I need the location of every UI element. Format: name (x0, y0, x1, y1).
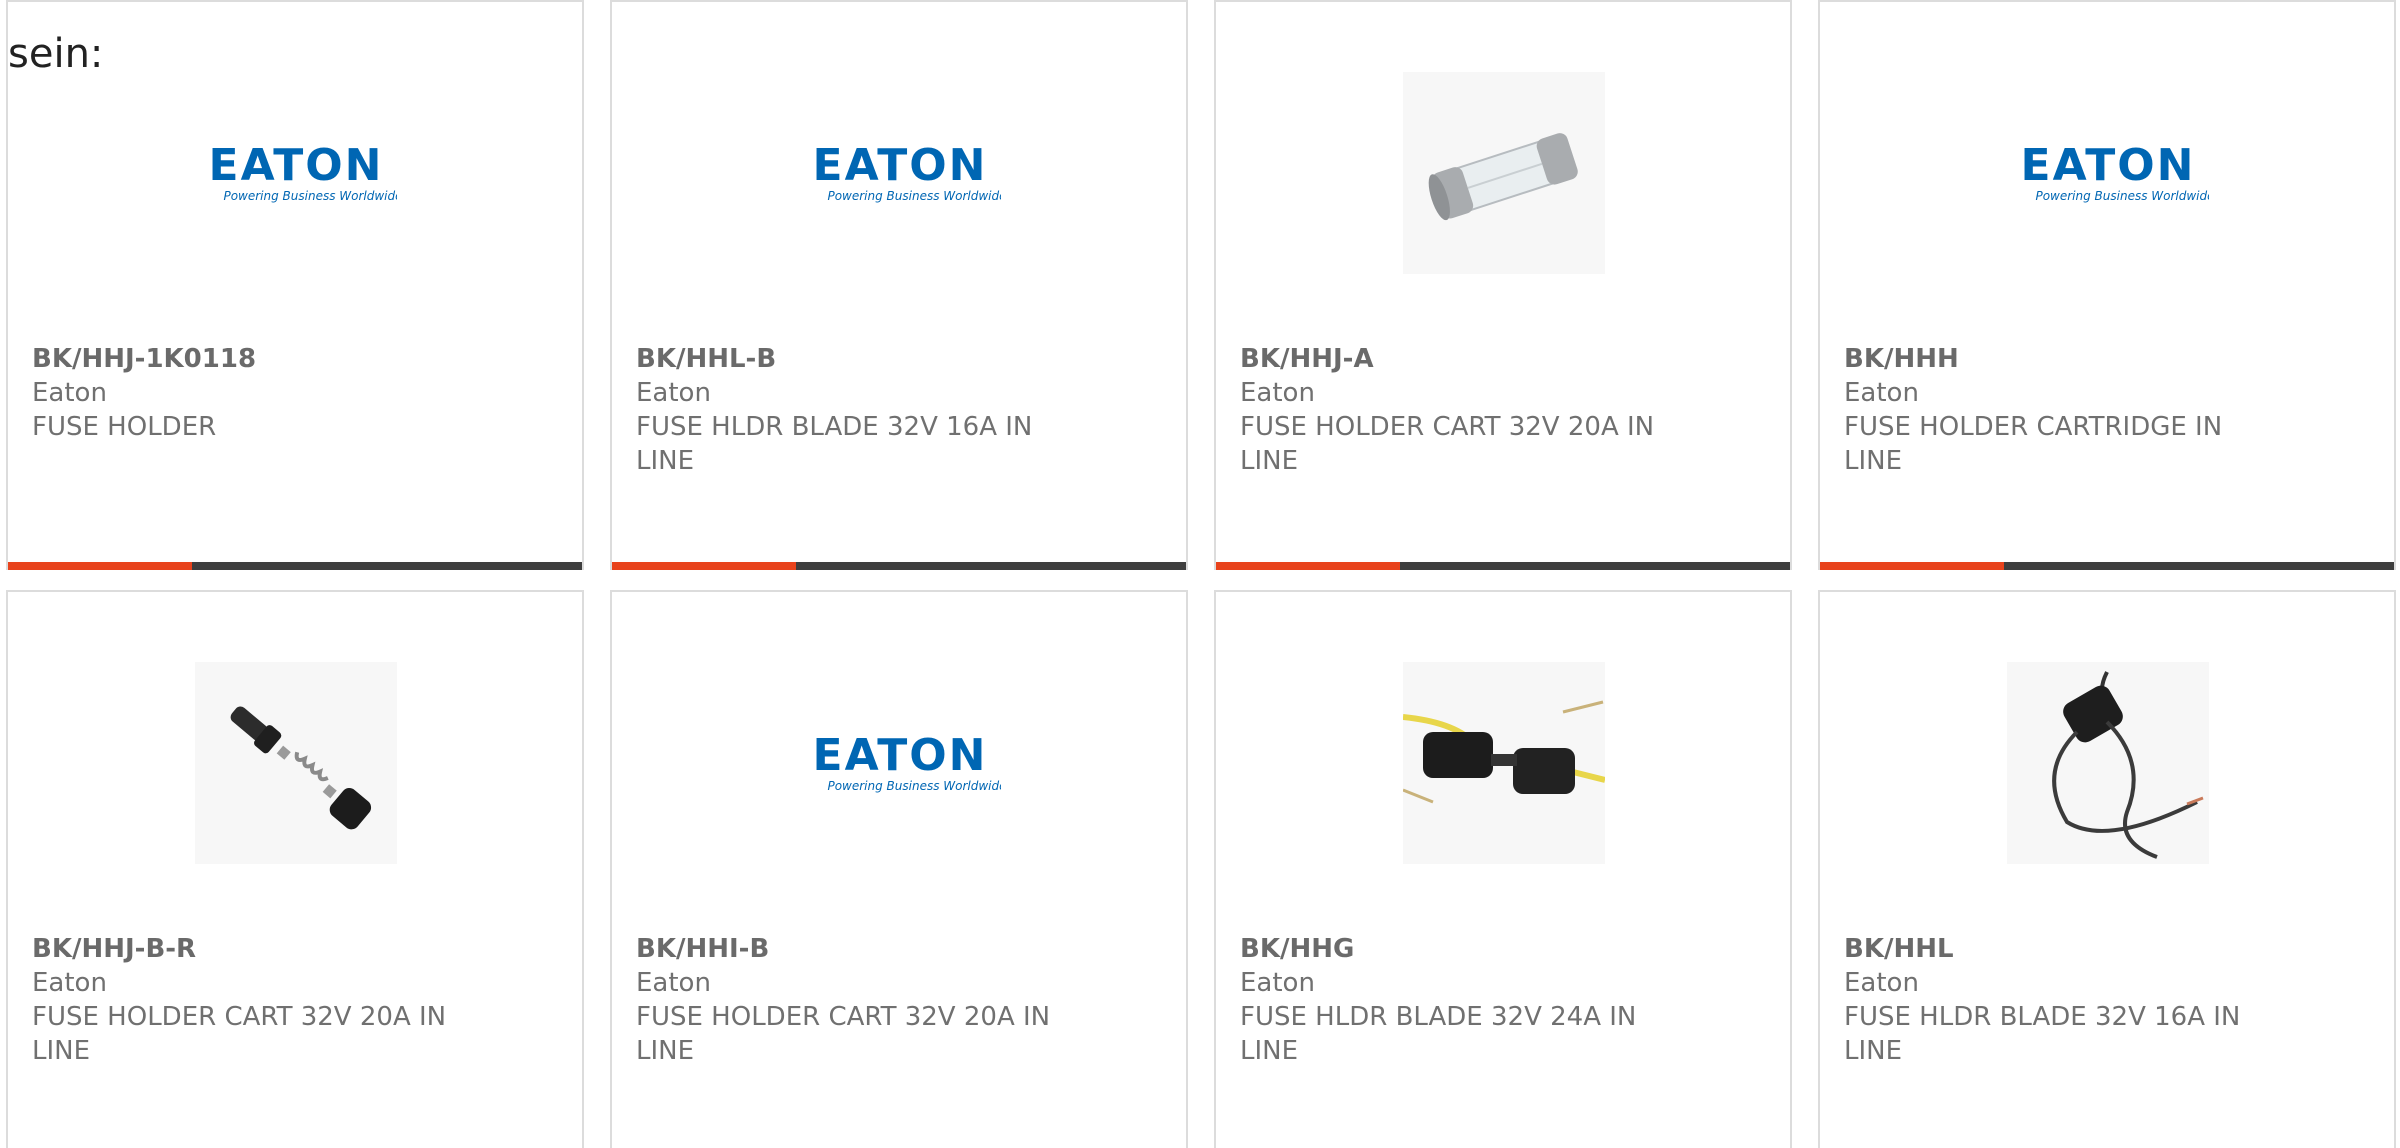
eaton-logo: EATONPowering Business Worldwide (799, 138, 1001, 208)
eaton-wordmark: EATON (2021, 140, 2196, 191)
product-image[interactable]: EATON Powering Business Worldwide (195, 72, 397, 274)
product-image[interactable] (1403, 72, 1605, 274)
description: FUSE HOLDER (32, 412, 217, 442)
card-accent-bar (612, 562, 796, 570)
product-image[interactable]: EATON Powering Business Worldwide (799, 72, 1001, 274)
cartridge-fuse-photo (1403, 72, 1605, 274)
manufacturer: Eaton (32, 968, 107, 998)
product-info: BK/HHL-B Eaton FUSE HLDR BLADE 32V 16A IN … (636, 342, 1076, 478)
product-card[interactable]: EATON Powering Business Worldwide BK/HHJ-1… (6, 0, 584, 570)
product-info: BK/HHI-B Eaton FUSE HOLDER CART 32V 20A IN… (636, 932, 1076, 1068)
description: FUSE HOLDER CART 32V 20A IN LINE (636, 1002, 1051, 1066)
blade-fuse-holder-photo (1403, 662, 1605, 864)
eaton-logo: EATONPowering Business Worldwide (2007, 138, 2209, 208)
fuse-holder-parts-photo (195, 662, 397, 864)
product-info: BK/HHJ-1K0118 Eaton FUSE HOLDER (32, 342, 472, 444)
manufacturer: Eaton (32, 378, 107, 408)
eaton-tagline: Powering Business Worldwide (827, 189, 1001, 203)
eaton-wordmark: EATON (813, 730, 988, 781)
card-bottom-bar (612, 562, 1186, 570)
part-number-link[interactable]: BK/HHL (1844, 932, 2284, 966)
product-image[interactable]: EATON Powering Business Worldwide (2007, 72, 2209, 274)
part-number-link[interactable]: BK/HHJ-B-R (32, 932, 472, 966)
card-bottom-bar (1216, 562, 1790, 570)
description: FUSE HLDR BLADE 32V 24A IN LINE (1240, 1002, 1637, 1066)
card-bottom-bar (1820, 562, 2394, 570)
part-number-link[interactable]: BK/HHG (1240, 932, 1680, 966)
card-accent-bar (1820, 562, 2004, 570)
intro-text: sein: (8, 31, 104, 77)
description: FUSE HLDR BLADE 32V 16A IN LINE (1844, 1002, 2241, 1066)
product-card[interactable]: BK/HHG Eaton FUSE HLDR BLADE 32V 24A IN LI… (1214, 590, 1792, 1148)
description: FUSE HLDR BLADE 32V 16A IN LINE (636, 412, 1033, 476)
product-card[interactable]: EATON Powering Business Worldwide BK/HHH Ea… (1818, 0, 2396, 570)
product-info: BK/HHH Eaton FUSE HOLDER CARTRIDGE IN LINE (1844, 342, 2284, 478)
product-card[interactable]: BK/HHJ-B-R Eaton FUSE HOLDER CART 32V 20A … (6, 590, 584, 1148)
eaton-tagline: Powering Business Worldwide (2035, 189, 2209, 203)
manufacturer: Eaton (636, 968, 711, 998)
eaton-wordmark: EATON (209, 140, 384, 191)
part-number-link[interactable]: BK/HHJ-1K0118 (32, 342, 472, 376)
eaton-wordmark: EATON (813, 140, 988, 191)
part-number-link[interactable]: BK/HHI-B (636, 932, 1076, 966)
part-number-link[interactable]: BK/HHJ-A (1240, 342, 1680, 376)
product-image[interactable] (2007, 662, 2209, 864)
part-number-link[interactable]: BK/HHH (1844, 342, 2284, 376)
manufacturer: Eaton (1844, 968, 1919, 998)
product-card[interactable]: EATON Powering Business Worldwide BK/HHI-B… (610, 590, 1188, 1148)
eaton-logo: EATONPowering Business Worldwide (799, 728, 1001, 798)
manufacturer: Eaton (1240, 378, 1315, 408)
card-accent-bar (8, 562, 192, 570)
card-accent-bar (1216, 562, 1400, 570)
product-image[interactable] (1403, 662, 1605, 864)
product-info: BK/HHL Eaton FUSE HLDR BLADE 32V 16A IN LI… (1844, 932, 2284, 1068)
description: FUSE HOLDER CART 32V 20A IN LINE (32, 1002, 447, 1066)
product-image[interactable]: EATON Powering Business Worldwide (799, 662, 1001, 864)
product-info: BK/HHJ-A Eaton FUSE HOLDER CART 32V 20A IN… (1240, 342, 1680, 478)
wired-fuse-holder-photo (2007, 662, 2209, 864)
product-card[interactable]: BK/HHJ-A Eaton FUSE HOLDER CART 32V 20A IN… (1214, 0, 1792, 570)
product-info: BK/HHG Eaton FUSE HLDR BLADE 32V 24A IN LI… (1240, 932, 1680, 1068)
part-number-link[interactable]: BK/HHL-B (636, 342, 1076, 376)
product-card[interactable]: BK/HHL Eaton FUSE HLDR BLADE 32V 16A IN LI… (1818, 590, 2396, 1148)
product-info: BK/HHJ-B-R Eaton FUSE HOLDER CART 32V 20A … (32, 932, 472, 1068)
eaton-logo: EATONPowering Business Worldwide (195, 138, 397, 208)
product-card[interactable]: EATON Powering Business Worldwide BK/HHL-B… (610, 0, 1188, 570)
manufacturer: Eaton (1240, 968, 1315, 998)
eaton-tagline: Powering Business Worldwide (223, 189, 397, 203)
description: FUSE HOLDER CART 32V 20A IN LINE (1240, 412, 1655, 476)
card-bottom-bar (8, 562, 582, 570)
product-grid-page: sein: EATON Powering Business Worldwide BK… (0, 0, 2400, 1148)
manufacturer: Eaton (636, 378, 711, 408)
manufacturer: Eaton (1844, 378, 1919, 408)
description: FUSE HOLDER CARTRIDGE IN LINE (1844, 412, 2223, 476)
eaton-tagline: Powering Business Worldwide (827, 779, 1001, 793)
product-image[interactable] (195, 662, 397, 864)
